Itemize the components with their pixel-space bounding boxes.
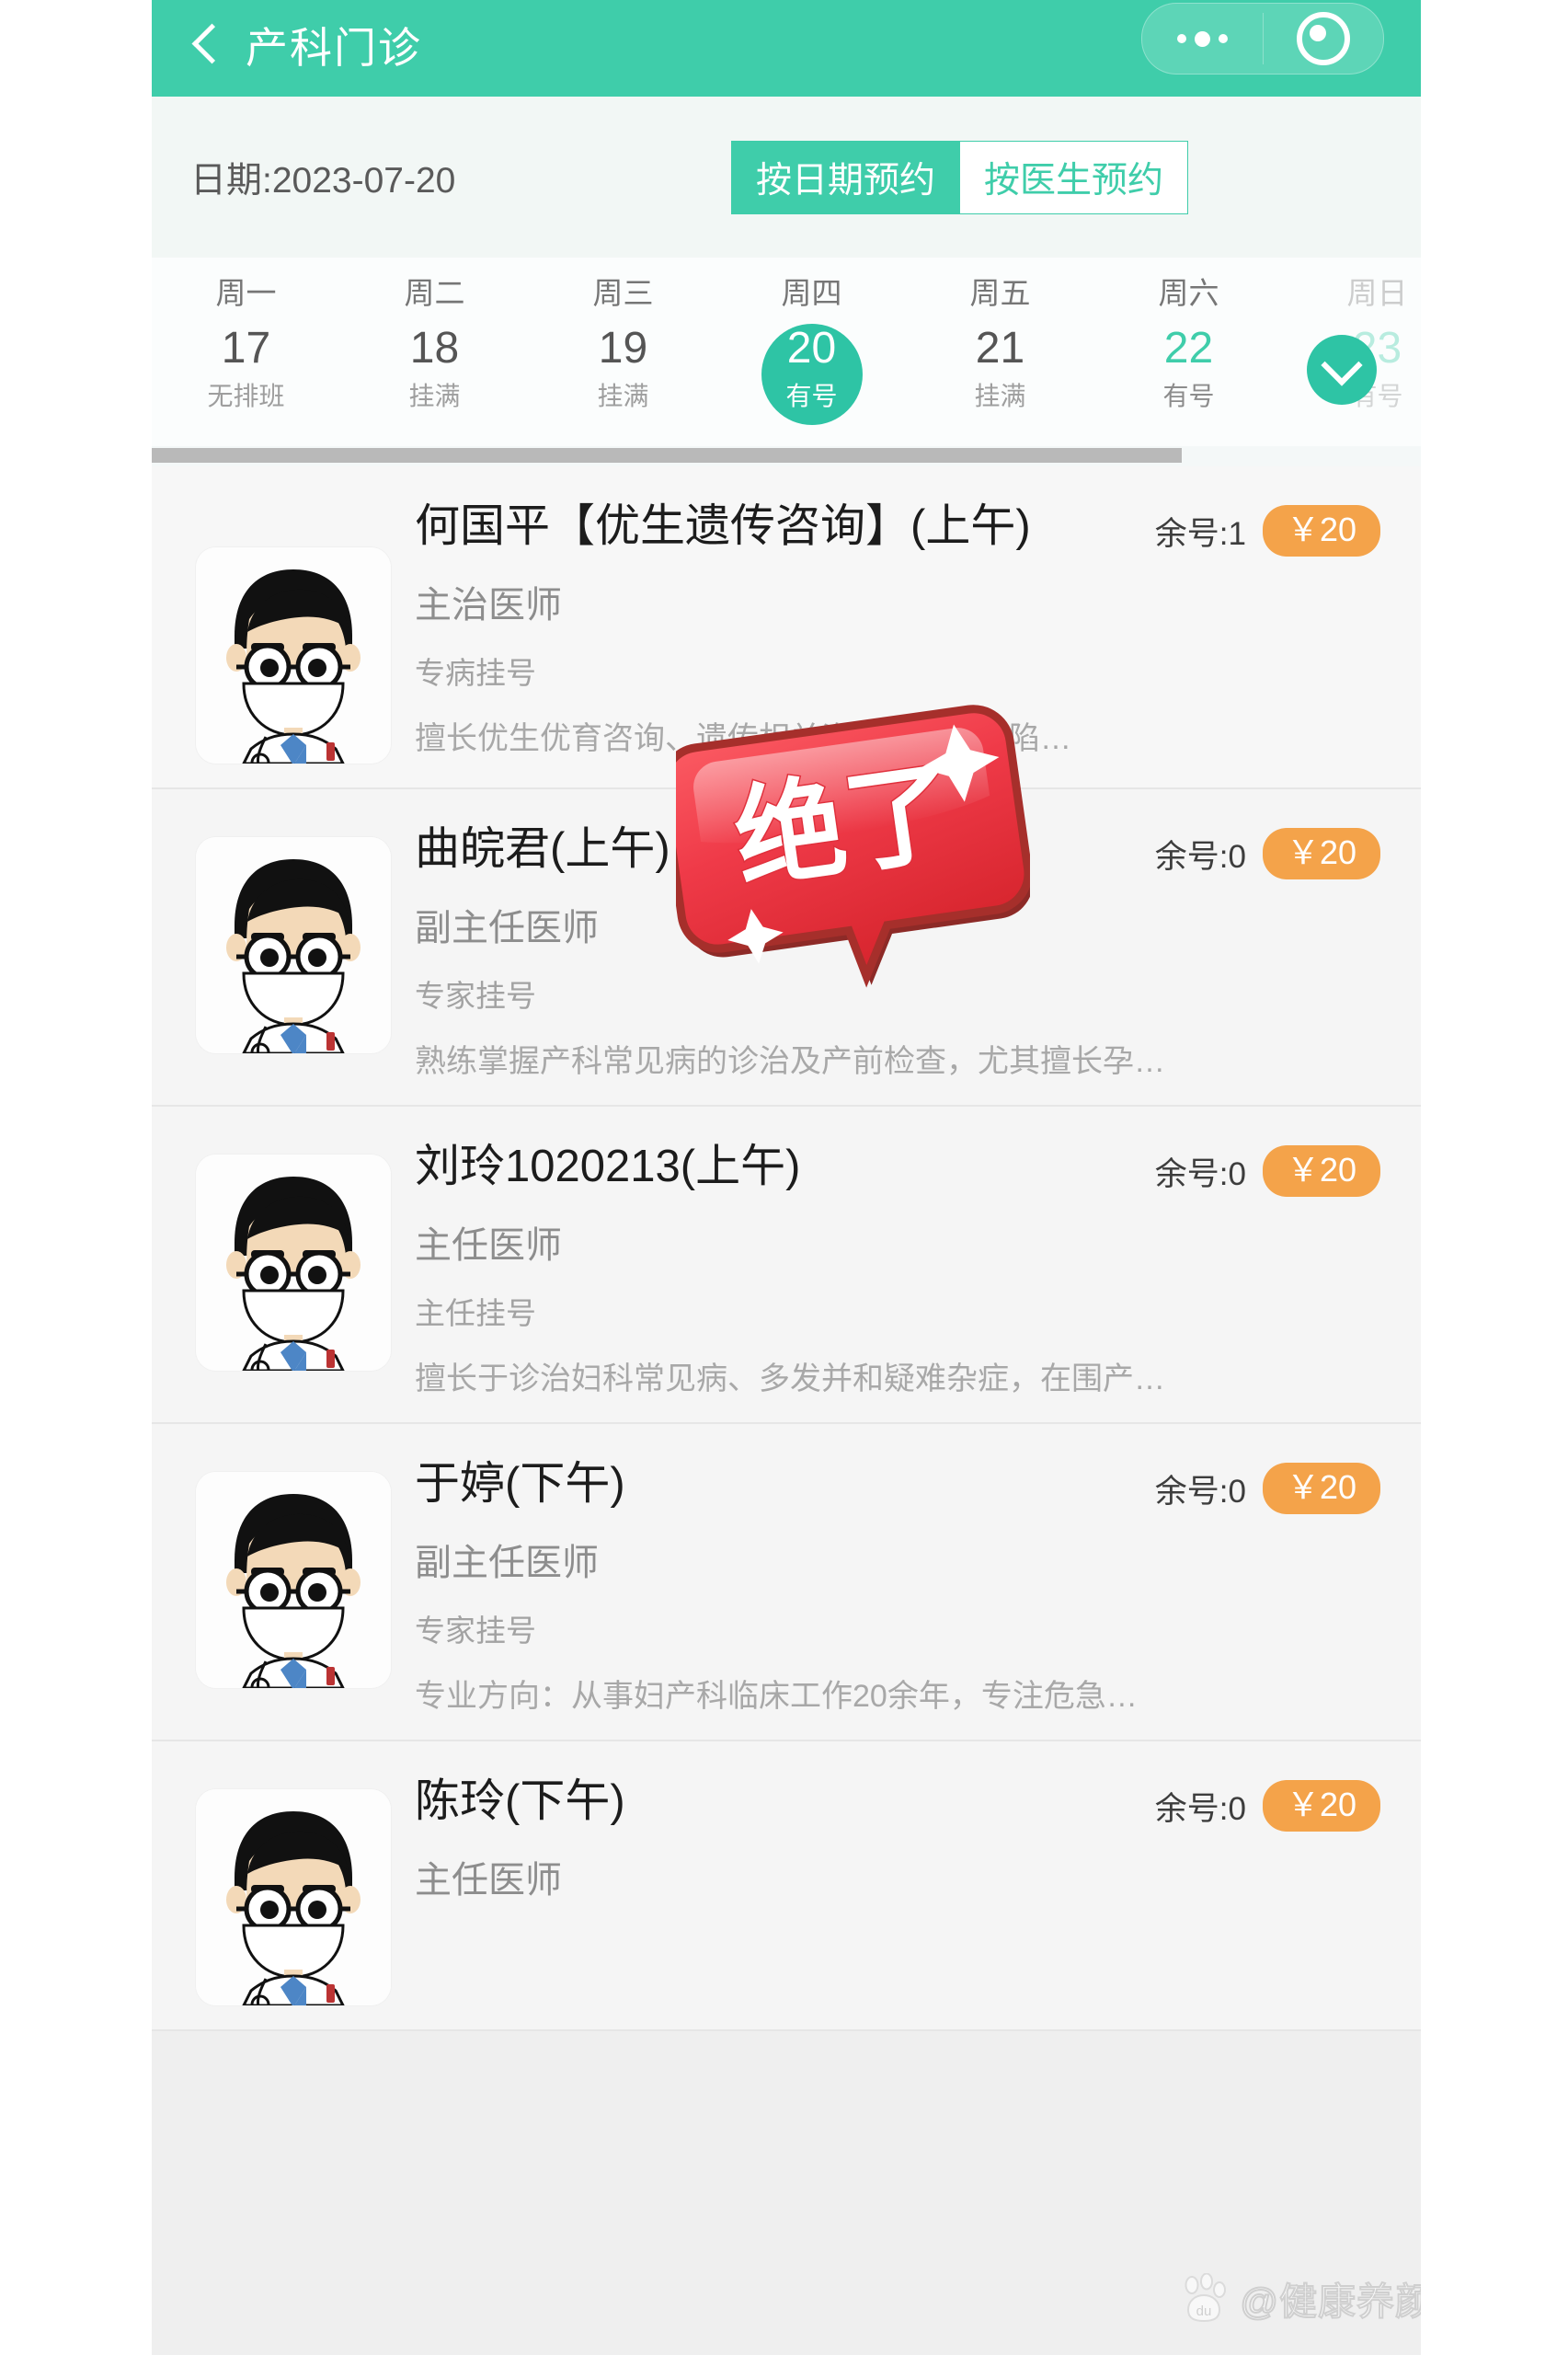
doctor-availability: 余号:0 ￥20 bbox=[1155, 1145, 1380, 1197]
doctor-list[interactable]: 何国平【优生遗传咨询】(上午) 余号:1 ￥20 主治医师 专病挂号 擅长优生优… bbox=[152, 466, 1421, 2355]
doctor-title: 副主任医师 bbox=[415, 908, 599, 948]
capsule-divider bbox=[1263, 13, 1264, 64]
price-badge[interactable]: ￥20 bbox=[1262, 828, 1380, 879]
scrollbar-thumb[interactable] bbox=[152, 448, 1182, 463]
weekday-number: 18 bbox=[409, 324, 460, 373]
weekday-dow: 周二 bbox=[404, 276, 465, 310]
doctor-info: 曲皖君(上午) 余号:0 ￥20 副主任医师 专家挂号 熟练掌握产科常见病的诊治… bbox=[415, 821, 1380, 1081]
weekday-status: 有号 bbox=[785, 382, 838, 410]
doctor-avatar-icon bbox=[196, 837, 391, 1053]
doctor-avatar-icon bbox=[196, 1789, 391, 2005]
weekday-number: 17 bbox=[221, 324, 271, 373]
doctor-info: 陈玲(下午) 余号:0 ￥20 主任医师 bbox=[415, 1773, 1380, 1903]
doctor-name: 曲皖君(上午) bbox=[415, 824, 670, 874]
right-gutter bbox=[1421, 0, 1568, 2355]
date-toolbar: 日期:2023-07-20 按日期预约 按医生预约 bbox=[152, 97, 1421, 258]
doctor-card[interactable]: 于婷(下午) 余号:0 ￥20 副主任医师 专家挂号 专业方向：从事妇产科临床工… bbox=[152, 1424, 1421, 1741]
doctor-title: 副主任医师 bbox=[415, 1543, 599, 1583]
doctor-avatar-icon bbox=[196, 1472, 391, 1688]
doctor-availability: 余号:0 ￥20 bbox=[1155, 1463, 1380, 1514]
svg-text:du: du bbox=[1196, 2303, 1212, 2319]
weekday-dow: 周六 bbox=[1158, 276, 1219, 310]
doctor-availability: 余号:0 ￥20 bbox=[1155, 828, 1380, 879]
weekday-dow: 周五 bbox=[969, 276, 1031, 310]
target-circle-icon[interactable] bbox=[1263, 4, 1383, 74]
baidu-paw-icon: du bbox=[1179, 2273, 1229, 2323]
weekday-dow: 周日 bbox=[1346, 276, 1408, 310]
doctor-name: 于婷(下午) bbox=[415, 1459, 625, 1509]
doctor-name: 何国平【优生遗传咨询】(上午) bbox=[415, 501, 1031, 551]
doctor-card[interactable]: 陈玲(下午) 余号:0 ￥20 主任医师 bbox=[152, 1741, 1421, 2031]
remaining-count: 余号:0 bbox=[1154, 838, 1246, 875]
weekday-item-20-selected[interactable]: 周四 20 有号 bbox=[717, 258, 906, 425]
miniprogram-capsule bbox=[1141, 3, 1384, 75]
weekday-status: 无排班 bbox=[207, 382, 285, 410]
doctor-card[interactable]: 何国平【优生遗传咨询】(上午) 余号:1 ￥20 主治医师 专病挂号 擅长优生优… bbox=[152, 466, 1421, 789]
date-label: 日期:2023-07-20 bbox=[190, 160, 456, 201]
tab-book-by-doctor[interactable]: 按医生预约 bbox=[960, 141, 1189, 214]
page-header: 产科门诊 bbox=[152, 0, 1421, 97]
doctor-info: 于婷(下午) 余号:0 ￥20 副主任医师 专家挂号 专业方向：从事妇产科临床工… bbox=[415, 1455, 1380, 1716]
remaining-count: 余号:1 bbox=[1154, 515, 1246, 552]
doctor-availability: 余号:1 ￥20 bbox=[1155, 505, 1380, 557]
remaining-count: 余号:0 bbox=[1154, 1790, 1246, 1827]
doctor-info: 何国平【优生遗传咨询】(上午) 余号:1 ￥20 主治医师 专病挂号 擅长优生优… bbox=[415, 498, 1380, 758]
tab-book-by-date[interactable]: 按日期预约 bbox=[731, 141, 961, 214]
registration-type: 专家挂号 bbox=[415, 1614, 536, 1648]
weekday-status: 有号 bbox=[1162, 382, 1215, 410]
weekday-strip[interactable]: 周一 17 无排班 周二 18 挂满 周三 19 挂满 周四 20 有号 周五 … bbox=[152, 258, 1421, 446]
price-badge[interactable]: ￥20 bbox=[1262, 1780, 1380, 1832]
doctor-name: 陈玲(下午) bbox=[415, 1776, 625, 1826]
remaining-count: 余号:0 bbox=[1154, 1155, 1246, 1192]
weekday-scrollbar[interactable] bbox=[152, 446, 1421, 466]
weekday-dow: 周三 bbox=[592, 276, 654, 310]
weekday-item-21[interactable]: 周五 21 挂满 bbox=[906, 258, 1094, 409]
weekday-item-22[interactable]: 周六 22 有号 bbox=[1094, 258, 1283, 409]
doctor-specialty: 专业方向：从事妇产科临床工作20余年，专注危急… bbox=[415, 1679, 1138, 1714]
weekday-number: 21 bbox=[975, 324, 1025, 373]
ellipsis-icon[interactable] bbox=[1142, 4, 1263, 74]
weekday-list: 周一 17 无排班 周二 18 挂满 周三 19 挂满 周四 20 有号 周五 … bbox=[152, 258, 1421, 425]
app-screen: 产科门诊 日期:2023-07-20 按日期预约 按医生预约 周一 17 无排班… bbox=[0, 0, 1568, 2355]
doctor-specialty: 擅长于诊治妇科常见病、多发并和疑难杂症，在围产… bbox=[415, 1361, 1165, 1396]
weekday-item-19[interactable]: 周三 19 挂满 bbox=[529, 258, 717, 409]
registration-type: 主任挂号 bbox=[415, 1296, 536, 1330]
weekday-status: 挂满 bbox=[597, 382, 649, 410]
doctor-specialty: 熟练掌握产科常见病的诊治及产前检查，尤其擅长孕… bbox=[415, 1044, 1165, 1079]
doctor-title: 主治医师 bbox=[415, 585, 562, 626]
doctor-card[interactable]: 曲皖君(上午) 余号:0 ￥20 副主任医师 专家挂号 熟练掌握产科常见病的诊治… bbox=[152, 789, 1421, 1107]
weekday-item-17[interactable]: 周一 17 无排班 bbox=[152, 258, 340, 409]
weekday-dow: 周一 bbox=[215, 276, 277, 310]
page-title: 产科门诊 bbox=[246, 23, 422, 72]
price-badge[interactable]: ￥20 bbox=[1262, 1145, 1380, 1197]
chevron-left-icon[interactable] bbox=[179, 19, 233, 73]
registration-type: 专病挂号 bbox=[415, 656, 536, 690]
weekday-dow: 周四 bbox=[781, 276, 842, 310]
doctor-avatar-icon bbox=[196, 1155, 391, 1371]
remaining-count: 余号:0 bbox=[1154, 1473, 1246, 1510]
doctor-info: 刘玲1020213(上午) 余号:0 ￥20 主任医师 主任挂号 擅长于诊治妇科… bbox=[415, 1138, 1380, 1398]
registration-type: 专家挂号 bbox=[415, 979, 536, 1013]
doctor-title: 主任医师 bbox=[415, 1225, 562, 1266]
weekday-status: 挂满 bbox=[974, 382, 1026, 410]
doctor-avatar-icon bbox=[196, 547, 391, 764]
booking-mode-segmented: 按日期预约 按医生预约 bbox=[731, 141, 1189, 214]
doctor-name: 刘玲1020213(上午) bbox=[415, 1142, 801, 1191]
weekday-item-18[interactable]: 周二 18 挂满 bbox=[340, 258, 529, 409]
weekday-number: 19 bbox=[598, 324, 648, 373]
doctor-title: 主任医师 bbox=[415, 1860, 562, 1901]
weekday-status: 挂满 bbox=[408, 382, 461, 410]
doctor-specialty: 擅长优生优育咨询、遗传相关咨询、出生缺陷… bbox=[415, 721, 1071, 756]
weekday-number: 22 bbox=[1163, 324, 1214, 373]
price-badge[interactable]: ￥20 bbox=[1262, 505, 1380, 557]
weekday-number: 20 bbox=[786, 324, 837, 373]
chevron-down-icon[interactable] bbox=[1307, 335, 1377, 405]
price-badge[interactable]: ￥20 bbox=[1262, 1463, 1380, 1514]
left-gutter bbox=[0, 0, 152, 2355]
doctor-card[interactable]: 刘玲1020213(上午) 余号:0 ￥20 主任医师 主任挂号 擅长于诊治妇科… bbox=[152, 1107, 1421, 1424]
doctor-availability: 余号:0 ￥20 bbox=[1155, 1780, 1380, 1832]
